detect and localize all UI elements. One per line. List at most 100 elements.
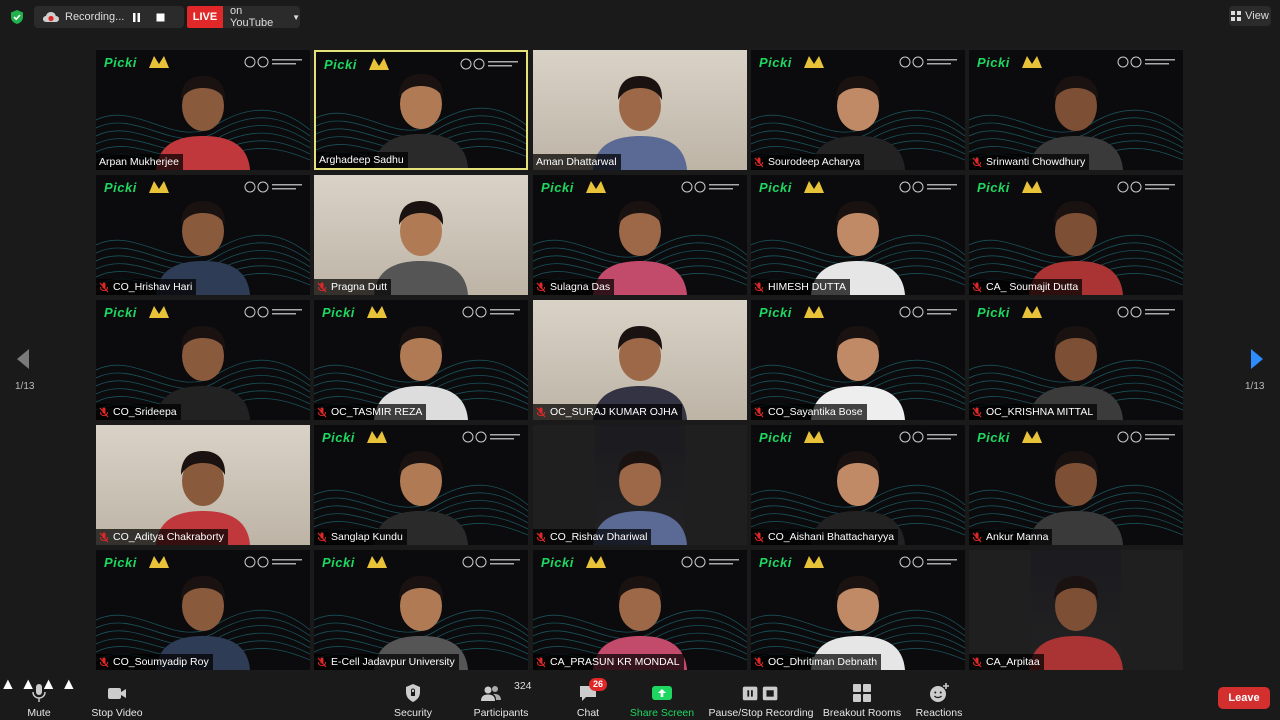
chat-button[interactable]: 26 Chat: [572, 676, 608, 720]
participant-tile[interactable]: Picki Ankur Manna: [969, 425, 1183, 545]
brand-logo: Picki: [541, 180, 574, 195]
participant-tile[interactable]: CO_Rishav Dhariwal: [533, 425, 747, 545]
participant-name-tag: CO_Sayantika Bose: [751, 404, 867, 420]
participant-name-tag: Arpan Mukherjee: [96, 154, 183, 170]
participant-tile[interactable]: Picki Sulagna Das: [533, 175, 747, 295]
participant-name-tag: Sourodeep Acharya: [751, 154, 865, 170]
participant-tile[interactable]: Picki Arghadeep Sadhu: [314, 50, 528, 170]
mute-button[interactable]: Mute: [18, 676, 60, 720]
participant-name: E-Cell Jadavpur University: [331, 656, 455, 668]
mic-muted-icon: [972, 657, 982, 667]
mic-muted-icon: [536, 407, 546, 417]
mic-muted-icon: [972, 282, 982, 292]
participant-name: CA_ Soumajit Dutta: [986, 281, 1079, 293]
participant-tile[interactable]: Picki CA_PRASUN KR MONDAL: [533, 550, 747, 670]
participant-tile[interactable]: Picki Sanglap Kundu: [314, 425, 528, 545]
pause-recording-button[interactable]: [125, 6, 147, 28]
participant-tile[interactable]: Picki Srinwanti Chowdhury: [969, 50, 1183, 170]
pause-stop-recording-button[interactable]: Pause/Stop Recording: [708, 676, 814, 720]
participant-name-tag: CA_Arpitaa: [969, 654, 1044, 670]
participant-tile[interactable]: CA_Arpitaa: [969, 550, 1183, 670]
brand-logo: Picki: [977, 305, 1010, 320]
participant-name-tag: Sanglap Kundu: [314, 529, 407, 545]
participant-name-tag: E-Cell Jadavpur University: [314, 654, 459, 670]
brand-logo: Picki: [977, 55, 1010, 70]
participant-name: Srinwanti Chowdhury: [986, 156, 1086, 168]
mic-muted-icon: [317, 657, 327, 667]
reactions-button[interactable]: Reactions: [914, 676, 964, 720]
participant-tile[interactable]: Picki CO_Aishani Bhattacharyya: [751, 425, 965, 545]
participant-tile[interactable]: Picki Sourodeep Acharya: [751, 50, 965, 170]
participant-tile[interactable]: OC_SURAJ KUMAR OJHA: [533, 300, 747, 420]
participant-name: CO_Soumyadip Roy: [113, 656, 209, 668]
mic-muted-icon: [972, 532, 982, 542]
participants-button[interactable]: 324 Participants: [470, 676, 532, 720]
participant-name: Arghadeep Sadhu: [319, 154, 404, 166]
share-screen-button[interactable]: Share Screen: [630, 676, 694, 720]
mic-muted-icon: [754, 282, 764, 292]
participant-tile[interactable]: Aman Dhattarwal: [533, 50, 747, 170]
live-badge: LIVE: [187, 6, 223, 28]
participant-tile[interactable]: Picki OC_TASMIR REZA: [314, 300, 528, 420]
mic-muted-icon: [317, 407, 327, 417]
participant-name-tag: Arghadeep Sadhu: [316, 152, 408, 168]
participant-name-tag: Sulagna Das: [533, 279, 615, 295]
stop-video-button[interactable]: Stop Video: [88, 676, 146, 720]
participant-tile[interactable]: Picki OC_KRISHNA MITTAL: [969, 300, 1183, 420]
brand-logo: Picki: [541, 555, 574, 570]
brand-logo: Picki: [322, 430, 355, 445]
stop-recording-button[interactable]: [149, 6, 171, 28]
participant-name: HIMESH DUTTA: [768, 281, 846, 293]
participant-name-tag: CO_Rishav Dhariwal: [533, 529, 652, 545]
participant-name: CO_Srideepa: [113, 406, 177, 418]
participant-name-tag: CO_Aishani Bhattacharyya: [751, 529, 899, 545]
participant-tile[interactable]: Pragna Dutt: [314, 175, 528, 295]
brand-logo: Picki: [759, 180, 792, 195]
brand-logo: Picki: [759, 305, 792, 320]
brand-logo: Picki: [104, 305, 137, 320]
participant-name-tag: OC_TASMIR REZA: [314, 404, 427, 420]
mic-muted-icon: [317, 282, 327, 292]
mic-muted-icon: [754, 532, 764, 542]
participant-tile[interactable]: Picki HIMESH DUTTA: [751, 175, 965, 295]
brand-logo: Picki: [759, 430, 792, 445]
participant-name: Arpan Mukherjee: [99, 156, 179, 168]
mic-muted-icon: [536, 282, 546, 292]
participant-tile[interactable]: Picki CO_Hrishav Hari: [96, 175, 310, 295]
participant-tile[interactable]: Picki CO_Soumyadip Roy: [96, 550, 310, 670]
previous-page-arrow-icon[interactable]: [14, 348, 32, 370]
participant-tile[interactable]: Picki OC_Dhritiman Debnath: [751, 550, 965, 670]
mute-options-chevron-icon[interactable]: ▲: [0, 676, 16, 693]
brand-logo: Picki: [759, 555, 792, 570]
participant-tile[interactable]: Picki CO_Sayantika Bose: [751, 300, 965, 420]
participant-tile[interactable]: CO_Aditya Chakraborty: [96, 425, 310, 545]
leave-meeting-button[interactable]: Leave: [1218, 687, 1270, 709]
participant-name: CA_Arpitaa: [986, 656, 1040, 668]
participant-name-tag: OC_KRISHNA MITTAL: [969, 404, 1098, 420]
brand-logo: Picki: [977, 180, 1010, 195]
mute-label: Mute: [27, 707, 51, 719]
brand-logo: Picki: [759, 55, 792, 70]
participant-name-tag: Pragna Dutt: [314, 279, 392, 295]
share-options-chevron-icon[interactable]: ▲: [61, 676, 77, 693]
breakout-rooms-button[interactable]: Breakout Rooms: [822, 676, 902, 720]
smiley-plus-icon: [930, 683, 949, 702]
participant-name: Ankur Manna: [986, 531, 1049, 543]
breakout-rooms-icon: [853, 684, 871, 702]
participant-tile[interactable]: Picki CA_ Soumajit Dutta: [969, 175, 1183, 295]
next-page-arrow-icon[interactable]: [1248, 348, 1266, 370]
security-button[interactable]: Security: [390, 676, 436, 720]
view-button[interactable]: View: [1229, 6, 1271, 26]
video-camera-icon: [108, 688, 126, 699]
stream-label: on YouTube: [230, 5, 274, 29]
participant-name-tag: OC_SURAJ KUMAR OJHA: [533, 404, 682, 420]
stop-icon: [156, 13, 164, 21]
participant-tile[interactable]: Picki CO_Srideepa: [96, 300, 310, 420]
shield-check-icon[interactable]: [9, 9, 25, 25]
participant-tile[interactable]: Picki Arpan Mukherjee: [96, 50, 310, 170]
mic-muted-icon: [754, 407, 764, 417]
participant-name: Aman Dhattarwal: [536, 156, 617, 168]
participant-tile[interactable]: Picki E-Cell Jadavpur University: [314, 550, 528, 670]
youtube-stream-dropdown[interactable]: on YouTube ▼: [223, 5, 300, 29]
mic-muted-icon: [317, 532, 327, 542]
